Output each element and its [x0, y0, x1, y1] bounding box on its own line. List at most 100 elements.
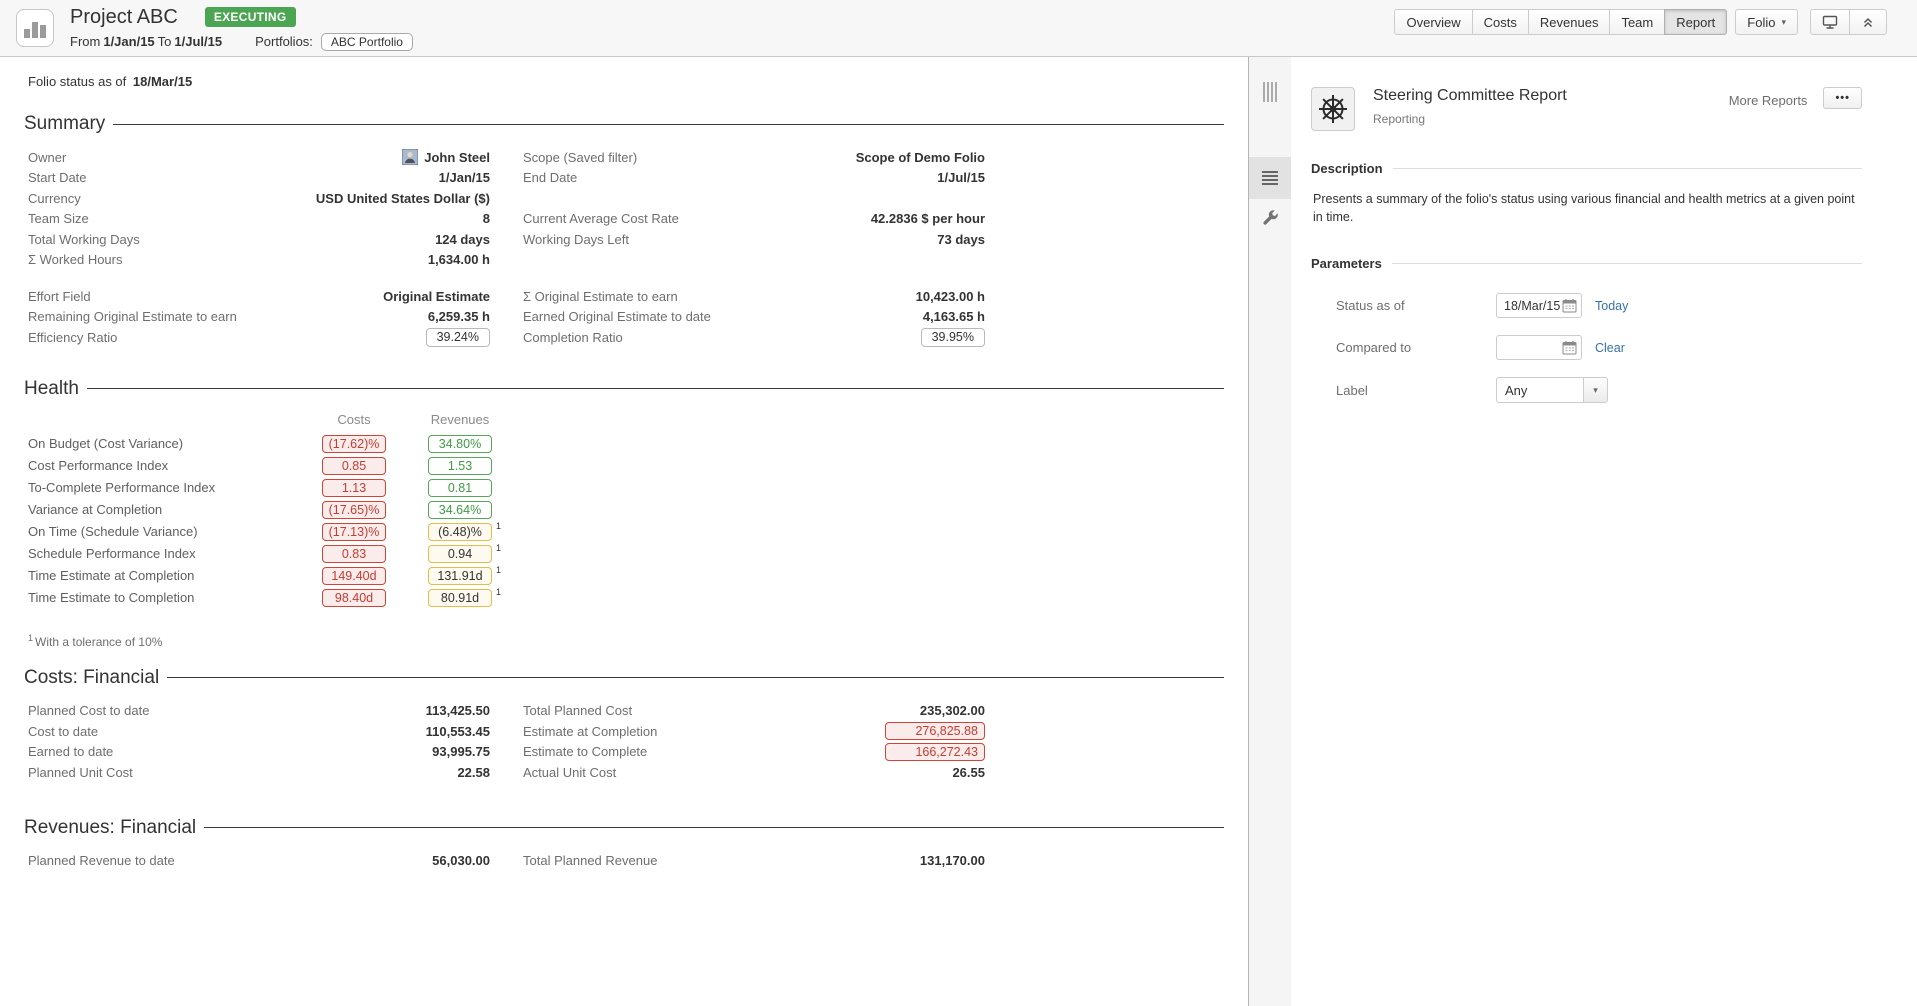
collapse-header-button[interactable] [1849, 9, 1887, 35]
report-side-panel: Steering Committee Report Reporting More… [1291, 57, 1917, 1006]
health-revenue-badge: 1.53 [428, 457, 492, 475]
section-rule [1392, 263, 1862, 264]
label-select[interactable]: Any ▾ [1496, 377, 1608, 403]
health-cost-badge: (17.13)% [322, 523, 386, 541]
user-avatar [402, 149, 418, 165]
tab-costs[interactable]: Costs [1472, 9, 1529, 35]
estimate-at-completion-badge: 276,825.88 [885, 722, 985, 740]
compared-to-input[interactable] [1496, 335, 1582, 360]
today-link[interactable]: Today [1595, 299, 1628, 313]
health-cost-badge: 98.40d [322, 589, 386, 607]
more-reports-link[interactable]: More Reports [1729, 93, 1808, 108]
health-section-title: Health [24, 378, 1224, 400]
tolerance-footnote-marker: 1 [496, 565, 501, 575]
field-row: Earned Original Estimate to date4,163.65… [519, 307, 985, 328]
estimate-to-complete-badge: 166,272.43 [885, 743, 985, 761]
portfolio-chip[interactable]: ABC Portfolio [321, 33, 413, 51]
status-as-of-input[interactable]: 18/Mar/15 [1496, 293, 1582, 318]
field-row: Total Planned Revenue131,170.00 [519, 851, 985, 872]
bar-chart-icon [24, 29, 30, 38]
field-row: Cost to date110,553.45 [24, 721, 490, 742]
status-date: 18/Mar/15 [133, 74, 192, 89]
date-range-to: 1/Jul/15 [174, 34, 222, 49]
wrench-icon [1262, 210, 1279, 230]
folio-status-line: Folio status as of 18/Mar/15 [28, 74, 1224, 89]
param-compared-to: Compared to Clear [1311, 335, 1862, 360]
field-row [519, 250, 985, 271]
tab-team[interactable]: Team [1609, 9, 1665, 35]
field-row [519, 188, 985, 209]
field-row: Total Working Days124 days [24, 229, 490, 250]
field-row: Planned Unit Cost22.58 [24, 762, 490, 783]
health-cost-badge: (17.65)% [322, 501, 386, 519]
tab-overview[interactable]: Overview [1394, 9, 1472, 35]
field-row: Earned to date93,995.75 [24, 742, 490, 763]
health-revenue-badge: 131.91d [428, 567, 492, 585]
health-revenue-badge: 0.94 [428, 545, 492, 563]
section-rule [113, 124, 1224, 125]
resize-grip-icon[interactable] [1263, 82, 1278, 102]
report-category: Reporting [1373, 112, 1567, 126]
health-cost-badge: 1.13 [322, 479, 386, 497]
status-badge: EXECUTING [205, 7, 296, 27]
section-rule [1393, 168, 1862, 169]
health-row: On Budget (Cost Variance)(17.62)%34.80% [24, 435, 1224, 453]
field-row: Effort FieldOriginal Estimate [24, 286, 490, 307]
field-row: Efficiency Ratio39.24% [24, 327, 490, 348]
health-row: Cost Performance Index0.851.53 [24, 457, 1224, 475]
parameters-heading: Parameters [1311, 256, 1862, 271]
settings-tab[interactable] [1249, 199, 1291, 241]
tolerance-footnote-marker: 1 [496, 587, 501, 597]
bar-chart-icon [40, 25, 46, 38]
health-row: Schedule Performance Index0.830.941 [24, 545, 1224, 563]
health-row: Variance at Completion(17.65)%34.64% [24, 501, 1224, 519]
health-revenue-badge: (6.48)% [428, 523, 492, 541]
costs-financial-section-title: Costs: Financial [24, 667, 1224, 689]
tab-revenues[interactable]: Revenues [1528, 9, 1611, 35]
health-column-headers: Costs Revenues [24, 412, 1224, 427]
presentation-mode-button[interactable] [1810, 9, 1850, 35]
revenues-column-header: Revenues [428, 412, 492, 427]
tab-report[interactable]: Report [1664, 9, 1727, 35]
param-label: Label Any ▾ [1311, 377, 1862, 403]
nav-button-group: Overview Costs Revenues Team Report [1394, 9, 1727, 35]
report-menu-button[interactable]: ••• [1823, 87, 1862, 109]
project-logo[interactable] [16, 9, 54, 47]
param-status-as-of: Status as of 18/Mar/15 Today [1311, 293, 1862, 318]
health-row: To-Complete Performance Index1.130.81 [24, 479, 1224, 497]
health-cost-badge: 149.40d [322, 567, 386, 585]
clear-link[interactable]: Clear [1595, 341, 1625, 355]
document-lines-icon [1262, 171, 1278, 185]
steering-wheel-icon[interactable] [1311, 87, 1355, 131]
view-button-group [1810, 9, 1887, 35]
calendar-icon[interactable] [1562, 340, 1577, 355]
health-row: Time Estimate to Completion98.40d80.91d1 [24, 589, 1224, 607]
summary-section-title: Summary [24, 113, 1224, 135]
field-row: Scope (Saved filter)Scope of Demo Folio [519, 147, 985, 168]
field-row: Σ Worked Hours1,634.00 h [24, 250, 490, 271]
field-row: Current Average Cost Rate42.2836 $ per h… [519, 209, 985, 230]
completion-ratio-badge: 39.95% [921, 328, 985, 347]
tolerance-footnote: 1With a tolerance of 10% [28, 633, 1224, 649]
description-heading: Description [1311, 161, 1862, 176]
report-details-tab[interactable] [1249, 157, 1291, 199]
costs-column-header: Costs [322, 412, 386, 427]
report-content: Folio status as of 18/Mar/15 Summary Own… [0, 57, 1248, 1006]
section-rule [167, 677, 1224, 678]
field-row: Team Size8 [24, 209, 490, 230]
page-title: Project ABC [70, 6, 178, 29]
portfolios-label: Portfolios: [255, 34, 313, 49]
top-navigation: Overview Costs Revenues Team Report Foli… [1394, 9, 1887, 35]
app-header: Project ABC EXECUTING From 1/Jan/15 To 1… [0, 0, 1917, 57]
section-rule [87, 388, 1224, 389]
folio-dropdown-button[interactable]: Folio ▾ [1735, 9, 1798, 35]
app-window: Project ABC EXECUTING From 1/Jan/15 To 1… [0, 0, 1917, 1006]
health-cost-badge: (17.62)% [322, 435, 386, 453]
field-row: Planned Revenue to date56,030.00 [24, 851, 490, 872]
description-text: Presents a summary of the folio's status… [1313, 191, 1862, 226]
health-row: Time Estimate at Completion149.40d131.91… [24, 567, 1224, 585]
health-revenue-badge: 34.64% [428, 501, 492, 519]
field-row: Total Planned Cost235,302.00 [519, 701, 985, 722]
calendar-icon[interactable] [1562, 298, 1577, 313]
revenues-financial-section-title: Revenues: Financial [24, 817, 1224, 839]
